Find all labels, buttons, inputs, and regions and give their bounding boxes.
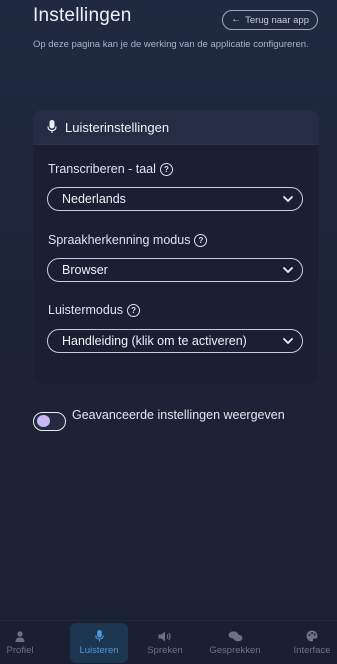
field-label-text: Luistermodus [48,303,124,317]
person-icon [15,630,25,642]
back-button-label: Terug naar app [245,14,309,26]
microphone-icon [94,630,104,642]
chevron-down-icon [283,338,293,344]
transcribe-language-select[interactable]: Nederlands [47,187,303,211]
settings-screen: Instellingen ← Terug naar app Op deze pa… [0,0,337,664]
page-description: Op deze pagina kan je de werking van de … [33,39,309,50]
speaker-icon [158,631,171,641]
field-label-text: Spraakherkenning modus [48,233,191,247]
nav-label: Profiel [6,644,34,656]
back-to-app-button[interactable]: ← Terug naar app [222,10,318,30]
toggle-knob [37,415,50,427]
advanced-settings-toggle[interactable] [33,412,66,431]
microphone-icon [47,120,57,133]
listen-mode-select[interactable]: Handleiding (klik om te activeren) [47,329,303,353]
page-header: Instellingen ← Terug naar app [33,4,323,30]
help-icon[interactable]: ? [127,303,141,317]
select-value: Handleiding (klik om te activeren) [62,334,247,348]
nav-label: Gesprekken [209,644,261,656]
listen-settings-card: Luisterinstellingen Transcriberen - taal… [33,110,319,384]
listen-mode-label: Luistermodus ? [48,303,141,317]
nav-item-luisteren[interactable]: Luisteren [70,623,128,663]
advanced-settings-row: Geavanceerde instellingen weergeven [33,402,285,431]
palette-icon [306,630,318,642]
recognition-mode-label: Spraakherkenning modus ? [48,233,208,247]
card-title: Luisterinstellingen [65,119,170,135]
arrow-left-icon: ← [231,14,242,25]
nav-label: Luisteren [79,645,119,656]
select-value: Nederlands [62,192,126,206]
nav-label: Interface [293,645,331,656]
nav-item-profiel[interactable]: Profiel [2,623,38,663]
advanced-settings-label: Geavanceerde instellingen weergeven [72,407,285,422]
field-label-text: Transcriberen - taal [48,162,156,176]
help-icon[interactable]: ? [194,233,208,247]
chevron-down-icon [283,196,293,202]
recognition-mode-select[interactable]: Browser [47,258,303,282]
transcribe-language-label: Transcriberen - taal ? [48,162,173,176]
chat-bubbles-icon [228,630,242,641]
help-icon[interactable]: ? [159,162,173,176]
nav-item-spreken[interactable]: Spreken [140,623,190,663]
nav-item-gesprekken[interactable]: Gesprekken [206,623,264,663]
nav-item-interface[interactable]: Interface [288,623,336,663]
card-header: Luisterinstellingen [33,110,319,145]
nav-label: Spreken [147,644,183,656]
chevron-down-icon [283,267,293,273]
select-value: Browser [62,263,108,277]
bottom-navigation: Profiel Luisteren Spreken Gesprekken Int… [0,620,337,664]
